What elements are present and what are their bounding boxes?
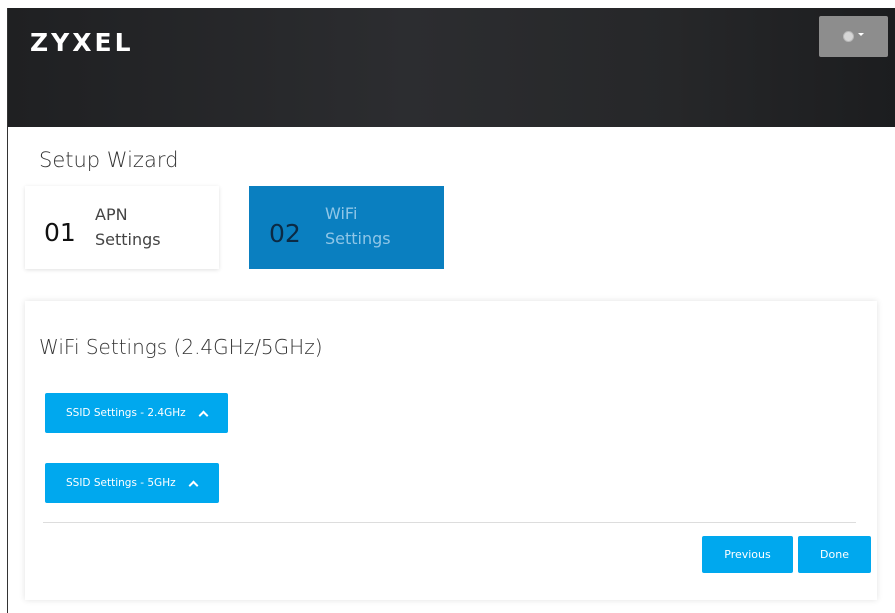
step-label-line1: WiFi [325,203,358,223]
ssid-24-label: SSID Settings - 2.4GHz [66,407,186,419]
step-label-line2: Settings [95,229,161,249]
step-number: 02 [269,219,301,248]
ssid-settings-24ghz-button[interactable]: SSID Settings - 2.4GHz [45,393,228,433]
panel-title: WiFi Settings (2.4GHz/5GHz) [39,335,323,359]
wifi-settings-panel: WiFi Settings (2.4GHz/5GHz) SSID Setting… [25,301,877,600]
chevron-up-icon [198,410,209,420]
ssid-5-label: SSID Settings - 5GHz [66,477,176,489]
header-bar: ZYXEL [8,8,895,127]
ssid-settings-5ghz-button[interactable]: SSID Settings - 5GHz [45,463,219,503]
caret-down-icon [858,33,864,36]
step-label-line2: Settings [325,228,391,248]
done-button[interactable]: Done [798,536,871,573]
wizard-step-wifi[interactable]: 02 WiFi Settings [249,186,444,269]
globe-icon [843,31,854,42]
main-content: Setup Wizard 01 APN Settings 02 WiFi Set… [8,127,895,613]
page-title: Setup Wizard [39,148,179,172]
wizard-step-apn[interactable]: 01 APN Settings [25,186,219,269]
step-label: APN Settings [95,202,161,252]
previous-button[interactable]: Previous [702,536,793,573]
step-number: 01 [44,218,76,247]
divider [43,522,856,523]
browser-frame: ZYXEL Setup Wizard 01 APN Settings 02 Wi… [7,8,895,613]
step-label: WiFi Settings [325,201,391,251]
brand-logo: ZYXEL [30,28,134,57]
step-label-line1: APN [95,204,128,224]
chevron-up-icon [188,480,199,490]
caption-strip [0,0,895,8]
language-button[interactable] [819,16,888,57]
